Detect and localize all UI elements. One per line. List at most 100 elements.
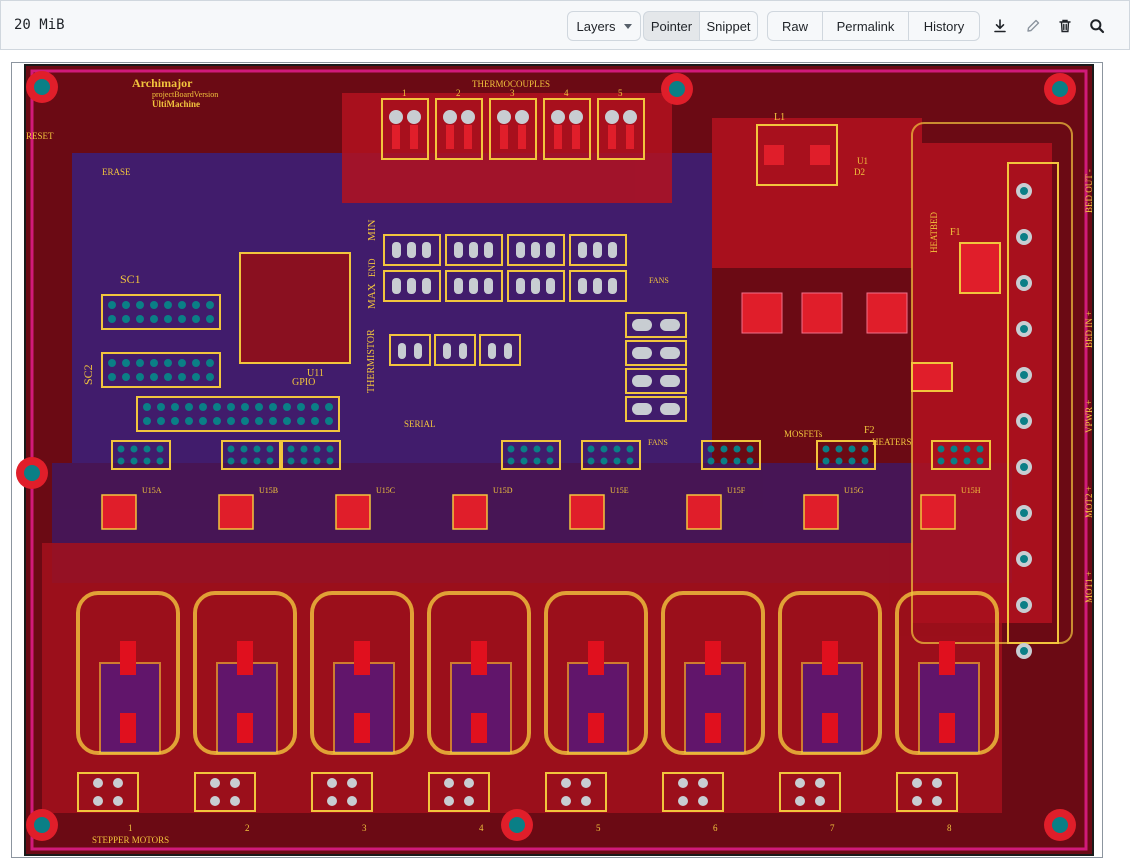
stepper-driver-label: U15F: [727, 486, 746, 495]
stepper-motor-pin: [113, 796, 123, 806]
thermistor-pad: [398, 343, 406, 359]
trash-icon: [1059, 19, 1071, 33]
thermistor-pad: [414, 343, 422, 359]
layers-dropdown[interactable]: Layers: [567, 11, 641, 41]
header-pin: [976, 457, 984, 465]
stepper-motor-pin: [678, 778, 688, 788]
header-pin: [143, 417, 151, 425]
stepper-motor-number: 5: [596, 823, 601, 833]
stepper-cap-pad: [237, 641, 253, 675]
stepper-driver-label: U15H: [961, 486, 981, 495]
header-pin: [300, 457, 308, 465]
history-button[interactable]: History: [909, 11, 980, 41]
delete-button[interactable]: [1053, 14, 1077, 38]
stepper-motor-pin: [327, 796, 337, 806]
thermocouple-channel-number: 3: [510, 88, 515, 98]
stepper-motor-pin: [464, 778, 474, 788]
edit-button[interactable]: [1021, 14, 1045, 38]
header-pin: [171, 417, 179, 425]
header-pin: [171, 403, 179, 411]
header-pin: [822, 445, 830, 453]
power-terminal-drill: [1020, 555, 1028, 563]
fan-pad: [632, 347, 652, 359]
header-pin: [937, 457, 945, 465]
raw-button[interactable]: Raw: [767, 11, 823, 41]
stepper-motor-number: 2: [245, 823, 250, 833]
pointer-button[interactable]: Pointer: [643, 11, 700, 41]
thermocouple-trace: [410, 125, 418, 149]
header-pin: [283, 403, 291, 411]
label-d2: D2: [854, 167, 865, 177]
header-pin: [178, 359, 186, 367]
stepper-driver-ic: [218, 494, 254, 530]
power-terminal-drill: [1020, 601, 1028, 609]
thermocouple-pad: [461, 110, 475, 124]
header-pin: [733, 445, 741, 453]
header-pin: [720, 457, 728, 465]
header-pin: [835, 445, 843, 453]
label-u11: U11: [307, 368, 324, 379]
header-pin: [108, 315, 116, 323]
stepper-motor-pin: [210, 796, 220, 806]
download-button[interactable]: [988, 14, 1012, 38]
header-pin: [937, 445, 945, 453]
endstop-pad: [469, 242, 478, 258]
label-power-terminal: BED IN +: [1084, 311, 1094, 348]
endstop-pad: [546, 278, 555, 294]
stepper-motor-pin: [581, 778, 591, 788]
thermocouple-trace: [446, 125, 454, 149]
label-end: END: [367, 258, 377, 277]
pencil-icon: [1027, 19, 1040, 32]
thermocouple-trace: [554, 125, 562, 149]
stepper-motor-pin: [347, 796, 357, 806]
stepper-cap-pad: [822, 641, 838, 675]
mounting-hole-drill: [24, 465, 40, 481]
stepper-motor-pin: [444, 778, 454, 788]
thermocouple-pad: [605, 110, 619, 124]
label-l1: L1: [774, 112, 785, 123]
header-pin: [287, 457, 295, 465]
header-pin: [130, 445, 138, 453]
pcb-viewer[interactable]: Archimajor projectBoardVersion UltiMachine…: [11, 62, 1103, 858]
label-erase: ERASE: [102, 167, 131, 177]
header-pin: [963, 445, 971, 453]
thermocouple-channel-number: 4: [564, 88, 569, 98]
label-serial: SERIAL: [404, 419, 436, 429]
header-pin: [269, 403, 277, 411]
header-pin: [192, 301, 200, 309]
search-button[interactable]: [1085, 14, 1109, 38]
header-pin: [546, 457, 554, 465]
mounting-hole-drill: [1052, 81, 1068, 97]
header-pin: [178, 373, 186, 381]
header-pin: [178, 315, 186, 323]
header-pin: [587, 457, 595, 465]
header-pin: [199, 417, 207, 425]
header-pin: [143, 457, 151, 465]
permalink-button[interactable]: Permalink: [823, 11, 909, 41]
fan-pad: [632, 375, 652, 387]
header-pin: [297, 403, 305, 411]
stepper-motor-pin: [444, 796, 454, 806]
stepper-motor-pin: [561, 796, 571, 806]
endstop-pad: [578, 278, 587, 294]
stepper-cap-pad: [354, 713, 370, 743]
endstop-pad: [407, 278, 416, 294]
thermocouple-channel-number: 5: [618, 88, 623, 98]
inductor-pad: [764, 145, 784, 165]
snippet-button[interactable]: Snippet: [700, 11, 758, 41]
thermocouple-pad: [389, 110, 403, 124]
stepper-driver-label: U15A: [142, 486, 162, 495]
endstop-pad: [484, 278, 493, 294]
fan-pad: [660, 319, 680, 331]
thermocouple-trace: [608, 125, 616, 149]
header-pin: [157, 417, 165, 425]
header-pin: [720, 445, 728, 453]
header-pin: [613, 457, 621, 465]
header-pin: [287, 445, 295, 453]
label-heaters: HEATERS: [872, 437, 912, 447]
thermocouple-trace: [518, 125, 526, 149]
header-pin: [130, 457, 138, 465]
stepper-motor-pin: [210, 778, 220, 788]
header-pin: [626, 445, 634, 453]
fan-pad: [632, 319, 652, 331]
